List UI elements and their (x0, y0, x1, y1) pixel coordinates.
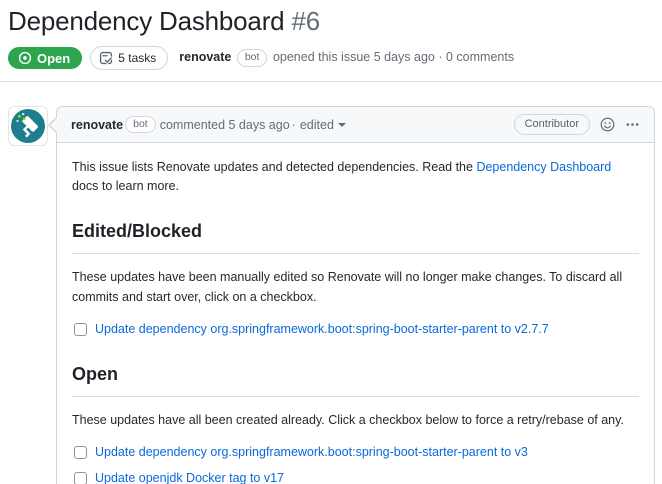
meta-dot: · (291, 117, 296, 132)
section-description: These updates have all been created alre… (72, 412, 624, 427)
task-item: Update dependency org.springframework.bo… (74, 443, 639, 462)
section-description: These updates have been manually edited … (72, 269, 623, 304)
timeline: renovate bot commented 5 days ago · edit… (0, 82, 662, 484)
issue-author-link[interactable]: renovate (179, 50, 231, 64)
comment-body: This issue lists Renovate updates and de… (57, 143, 654, 484)
issue-number: #6 (291, 6, 320, 36)
tasks-pill: 5 tasks (90, 46, 169, 70)
issue-opened-text: opened this issue 5 days ago (272, 50, 435, 65)
kebab-icon (626, 123, 639, 126)
comment-header: renovate bot commented 5 days ago · edit… (57, 107, 654, 144)
dashboard-section: Open These updates have all been created… (72, 361, 639, 484)
dashboard-section: Edited/Blocked These updates have been m… (72, 218, 639, 339)
task-link[interactable]: Update openjdk Docker tag to v17 (95, 469, 284, 484)
task-item: Update openjdk Docker tag to v17 (74, 469, 639, 484)
intro-text-pre: This issue lists Renovate updates and de… (72, 160, 477, 175)
comment-action-text: commented 5 days ago (159, 117, 290, 132)
intro-text-post: docs to learn more. (72, 179, 179, 194)
task-item: Update dependency org.springframework.bo… (74, 320, 639, 339)
comment-caret (48, 117, 58, 133)
smiley-icon (600, 117, 615, 132)
avatar[interactable] (8, 106, 48, 146)
comment-header-actions: Contributor (513, 114, 640, 136)
task-link[interactable]: Update dependency org.springframework.bo… (95, 320, 549, 339)
task-checkbox[interactable] (74, 322, 87, 336)
comment-author-link[interactable]: renovate (71, 118, 123, 132)
tasklist-icon (100, 51, 113, 65)
task-link[interactable]: Update dependency org.springframework.bo… (95, 443, 528, 462)
dependency-dashboard-link[interactable]: Dependency Dashboard (476, 160, 611, 174)
issue-state-badge: Open (8, 47, 83, 69)
issue-opened-icon (18, 51, 32, 65)
contributor-badge: Contributor (513, 114, 590, 136)
edited-dropdown[interactable]: edited (300, 118, 346, 132)
issue-meta: renovate bot opened this issue 5 days ag… (179, 49, 514, 67)
issue-state-label: Open (37, 50, 71, 66)
bot-badge: bot (236, 49, 268, 67)
section-heading: Edited/Blocked (72, 218, 639, 254)
page-title: Dependency Dashboard #6 (8, 6, 654, 37)
task-checkbox[interactable] (74, 445, 87, 459)
issue-status-row: Open 5 tasks renovate bot opened this is… (8, 46, 654, 70)
edited-label: edited (299, 117, 334, 132)
dashboard-sections: Edited/Blocked These updates have been m… (72, 218, 639, 484)
comment-card: renovate bot commented 5 days ago · edit… (48, 106, 655, 484)
chevron-down-icon (337, 122, 346, 127)
reaction-button[interactable] (600, 117, 615, 132)
meta-dot: · (438, 50, 443, 65)
intro-paragraph: This issue lists Renovate updates and de… (72, 158, 639, 196)
comment-options-button[interactable] (625, 117, 640, 132)
task-list: Update dependency org.springframework.bo… (72, 320, 639, 339)
bot-badge: bot (125, 115, 156, 134)
tasks-label: 5 tasks (118, 51, 157, 65)
task-checkbox[interactable] (74, 472, 87, 484)
section-heading: Open (72, 361, 639, 397)
issue-page: Dependency Dashboard #6 Open 5 tasks ren… (0, 0, 662, 484)
issue-header: Dependency Dashboard #6 Open 5 tasks ren… (0, 0, 662, 70)
issue-title-text: Dependency Dashboard (8, 6, 285, 36)
task-list: Update dependency org.springframework.bo… (72, 443, 639, 484)
issue-comments-count: 0 comments (446, 50, 515, 65)
renovate-paint-roller-logo (11, 109, 45, 143)
